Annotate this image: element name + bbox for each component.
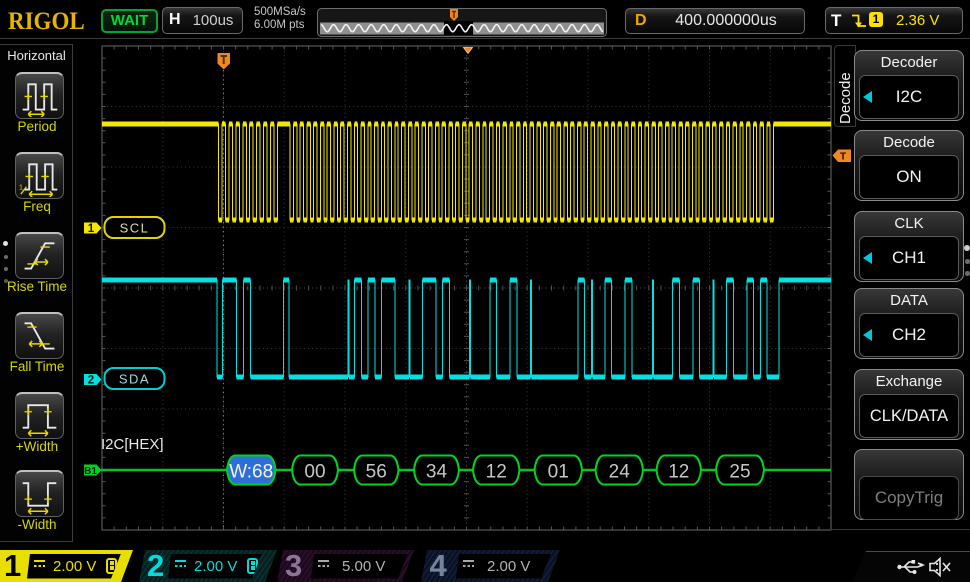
- svg-text:12: 12: [486, 462, 507, 483]
- svg-text:25: 25: [729, 462, 750, 483]
- svg-text:I2C[HEX]: I2C[HEX]: [101, 436, 164, 453]
- svg-text:SCL: SCL: [120, 221, 150, 236]
- svg-text:00: 00: [304, 462, 325, 483]
- svg-text:2: 2: [88, 375, 94, 387]
- svg-text:SDA: SDA: [119, 372, 150, 387]
- svg-text:34: 34: [426, 462, 448, 483]
- svg-text:B1: B1: [84, 466, 97, 477]
- svg-text:1: 1: [88, 223, 95, 235]
- svg-text:56: 56: [366, 462, 387, 483]
- svg-text:12: 12: [668, 462, 689, 483]
- svg-text:24: 24: [609, 462, 631, 483]
- svg-text:W:68: W:68: [229, 462, 273, 483]
- svg-text:01: 01: [548, 462, 569, 483]
